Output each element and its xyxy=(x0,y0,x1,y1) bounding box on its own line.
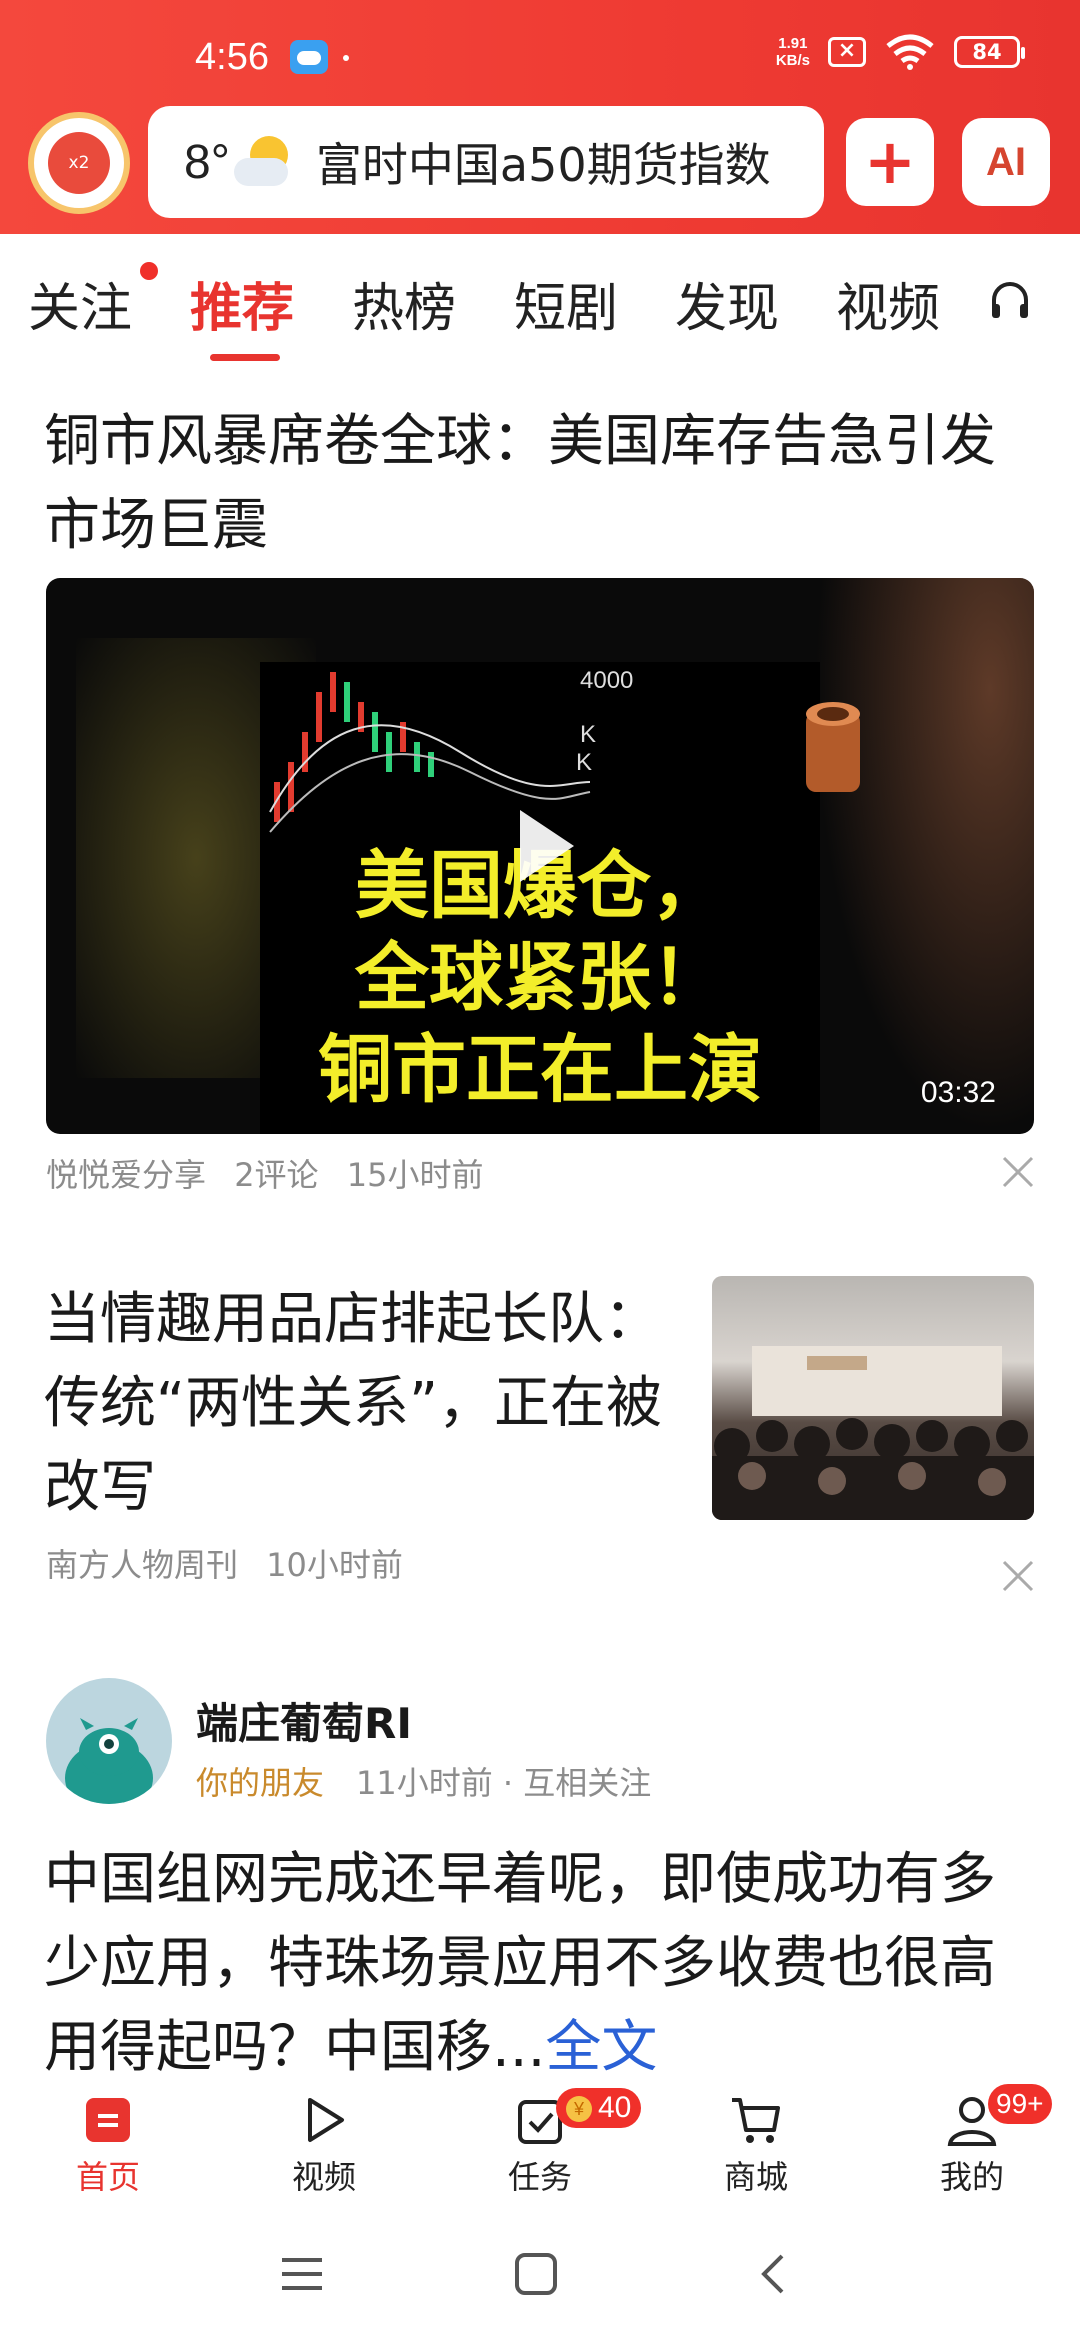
task-coin-badge: ¥40 xyxy=(556,2088,642,2128)
read-more-link[interactable]: 全文 xyxy=(545,2015,657,2080)
dismiss-icon[interactable] xyxy=(1000,1154,1036,1190)
home-square-icon[interactable] xyxy=(514,2252,558,2296)
avatar[interactable] xyxy=(46,1678,172,1804)
dismiss-icon[interactable] xyxy=(1000,1558,1036,1594)
tab-short-drama[interactable]: 短剧 xyxy=(514,266,618,341)
channel-tabs: 关注 推荐 热榜 短剧 发现 视频 xyxy=(0,234,1080,366)
red-packet-icon: x2 xyxy=(48,132,110,194)
profile-badge: 99+ xyxy=(988,2084,1052,2124)
tab-video[interactable]: 视频 xyxy=(836,266,940,341)
menu-icon[interactable] xyxy=(280,2254,324,2294)
nav-mall[interactable]: 商城 xyxy=(681,2092,831,2198)
article-title[interactable]: 铜市风暴席卷全球：美国库存告急引发市场巨震 xyxy=(44,400,1044,568)
publish-time: 10小时前 xyxy=(266,1546,403,1584)
publish-time: 15小时前 xyxy=(346,1156,484,1194)
article-meta: 南方人物周刊 10小时前 xyxy=(46,1540,421,1586)
notification-dot xyxy=(343,55,349,61)
svg-text:K: K xyxy=(576,749,592,776)
nav-home[interactable]: 首页 xyxy=(33,2092,183,2198)
video-thumbnail[interactable]: 4000 K K 美国爆仓， 全球紧张！ 铜市正在上演 03:32 xyxy=(46,578,1034,1134)
status-icons: 1.91 KB/s × 84 xyxy=(775,34,1025,70)
coin-icon: ¥ xyxy=(566,2096,592,2122)
back-icon[interactable] xyxy=(756,2252,788,2296)
weather-temp: 8° xyxy=(184,135,230,189)
bottom-nav: 首页 视频 任务 ¥40 商城 我的 99+ xyxy=(0,2080,1080,2208)
plus-icon: + xyxy=(864,125,916,198)
svg-text:K: K xyxy=(580,721,596,748)
search-query: 富时中国a50期货指数 xyxy=(315,138,771,192)
search-bar[interactable]: 8° 富时中国a50期货指数 xyxy=(148,106,824,218)
tab-hot[interactable]: 热榜 xyxy=(352,266,456,341)
friend-badge: 你的朋友 xyxy=(196,1764,325,1802)
status-time: 4:56 xyxy=(195,36,269,78)
copper-pipe-graphic xyxy=(806,702,860,792)
post-meta: 11小时前 · 互相关注 xyxy=(356,1764,652,1802)
nav-video[interactable]: 视频 xyxy=(249,2092,399,2198)
post-text[interactable]: 中国组网完成还早着呢，即使成功有多少应用，特珠场景应用不多收费也很高用得起吗？中… xyxy=(44,1838,1044,2090)
partly-cloudy-icon xyxy=(233,136,294,188)
system-nav-bar xyxy=(0,2208,1080,2340)
shopping-cart-icon xyxy=(732,2098,780,2143)
battery-indicator: 84 xyxy=(954,36,1025,68)
tab-follow[interactable]: 关注 xyxy=(28,266,132,341)
network-speed: 1.91 KB/s xyxy=(775,35,810,69)
video-duration: 03:32 xyxy=(920,1076,996,1109)
article-thumbnail[interactable] xyxy=(712,1276,1034,1520)
tab-discover[interactable]: 发现 xyxy=(675,266,779,341)
article-source[interactable]: 悦悦爱分享 xyxy=(46,1156,206,1194)
cloud-app-icon xyxy=(290,40,328,74)
ai-button[interactable]: AI xyxy=(962,118,1050,206)
headphone-icon[interactable] xyxy=(988,278,1032,322)
wifi-icon xyxy=(886,34,934,70)
article-source[interactable]: 南方人物周刊 xyxy=(46,1546,238,1584)
red-packet-button[interactable]: x2 xyxy=(28,112,130,214)
app-header: 4:56 1.91 KB/s × 84 x2 8° 富时中国a50期货指数 + … xyxy=(0,0,1080,234)
chart-price-label: 4000 xyxy=(580,667,633,694)
article-title[interactable]: 当情趣用品店排起长队：传统“两性关系”，正在被改写 xyxy=(44,1278,684,1530)
play-icon[interactable] xyxy=(520,810,574,882)
play-outline-icon xyxy=(308,2098,344,2142)
follow-unread-dot xyxy=(140,262,158,280)
author-name[interactable]: 端庄葡萄RI xyxy=(196,1690,412,1751)
home-icon xyxy=(86,2098,130,2142)
tab-recommend[interactable]: 推荐 xyxy=(190,266,294,341)
no-sim-icon: × xyxy=(828,37,866,67)
comment-count[interactable]: 2评论 xyxy=(234,1156,318,1194)
ai-label: AI xyxy=(986,139,1026,184)
article-meta: 悦悦爱分享 2评论 15小时前 xyxy=(46,1150,501,1196)
active-tab-indicator xyxy=(210,354,280,361)
add-button[interactable]: + xyxy=(846,118,934,206)
